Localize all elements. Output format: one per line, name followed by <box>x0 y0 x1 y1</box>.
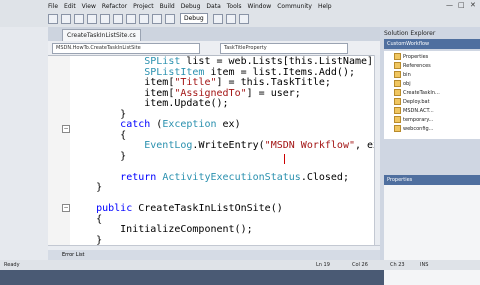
type-dropdown[interactable]: MSDN.HowTo.CreateTaskInListSite <box>52 43 200 54</box>
code-editor[interactable]: − − SPList list = web.Lists[this.ListNam… <box>48 56 374 245</box>
tree-item[interactable]: Deploy.bat <box>394 98 430 106</box>
status-bar: Ready Ln 19 Col 26 Ch 23 INS <box>0 260 480 270</box>
folder-icon <box>394 62 401 69</box>
text-cursor <box>284 154 285 164</box>
document-tab-bar: CreateTaskInListSite.cs <box>48 27 380 41</box>
menu-item-community[interactable]: Community <box>277 3 312 10</box>
folder-icon <box>394 80 401 87</box>
left-dock-gutter <box>0 27 48 260</box>
code-line[interactable]: public CreateTaskInListOnSite() <box>72 203 283 215</box>
properties-body <box>384 185 480 285</box>
maximize-icon[interactable]: □ <box>458 1 465 9</box>
status-column: Col 26 <box>352 262 368 268</box>
collapse-icon[interactable]: − <box>62 204 70 212</box>
tree-item[interactable]: obj <box>394 80 411 88</box>
copy-icon[interactable] <box>113 13 123 24</box>
redo-icon[interactable] <box>152 13 162 24</box>
tree-item[interactable]: MSDN.ACT... <box>394 107 434 115</box>
code-line[interactable]: return ActivityExecutionStatus.Closed; <box>72 172 349 184</box>
menu-item-debug[interactable]: Debug <box>181 3 201 10</box>
solution-header[interactable]: CustomWorkflow <box>384 39 480 49</box>
menu-item-view[interactable]: View <box>82 3 96 10</box>
save-all-icon[interactable] <box>87 13 97 24</box>
navigation-bar: MSDN.HowTo.CreateTaskInListSite TaskTitl… <box>48 41 380 56</box>
toolbar: Debug <box>48 12 480 25</box>
tree-item[interactable]: webconfig... <box>394 125 433 133</box>
paste-icon[interactable] <box>126 13 136 24</box>
menu-item-project[interactable]: Project <box>133 3 154 10</box>
solution-explorer-panel: Solution Explorer CustomWorkflow Propert… <box>380 27 480 285</box>
new-project-icon[interactable] <box>48 13 58 24</box>
title-and-menu-bar: File Edit View Refactor Project Build Debug Dat… <box>0 0 480 27</box>
tree-item[interactable]: CreateTaskIn... <box>394 89 440 97</box>
tab-document[interactable]: CreateTaskInListSite.cs <box>62 29 141 41</box>
start-debug-icon[interactable] <box>165 13 175 24</box>
folder-icon <box>394 71 401 78</box>
code-line[interactable]: } <box>72 182 102 194</box>
close-icon[interactable]: ✕ <box>470 1 476 9</box>
collapse-icon[interactable]: − <box>62 125 70 133</box>
tree-item[interactable]: References <box>394 62 431 70</box>
tab-error-list[interactable]: Error List <box>62 252 85 258</box>
folder-icon <box>394 125 401 132</box>
configuration-select[interactable]: Debug <box>180 13 208 24</box>
status-text: Ready <box>4 262 20 268</box>
outline-margin: − − <box>62 56 70 245</box>
folder-icon <box>394 89 401 96</box>
status-char: Ch 23 <box>390 262 405 268</box>
solution-tree: Properties References bin obj CreateTaskIn..… <box>384 51 480 139</box>
menu-item-window[interactable]: Window <box>248 3 272 10</box>
code-line[interactable]: } <box>72 151 126 163</box>
save-icon[interactable] <box>74 13 84 24</box>
find-icon[interactable] <box>212 13 223 24</box>
properties-icon[interactable] <box>225 13 236 24</box>
undo-icon[interactable] <box>139 13 149 24</box>
menu-item-edit[interactable]: Edit <box>64 3 76 10</box>
menu-item-refactor[interactable]: Refactor <box>102 3 127 10</box>
tree-item[interactable]: Properties <box>394 53 428 61</box>
folder-icon <box>394 98 401 105</box>
status-ins: INS <box>420 262 429 268</box>
minimize-icon[interactable]: — <box>446 1 453 9</box>
menu-item-tools[interactable]: Tools <box>227 3 242 10</box>
menu-item-file[interactable]: File <box>48 3 58 10</box>
tree-item[interactable]: bin <box>394 71 411 79</box>
folder-icon <box>394 53 401 60</box>
panel-title: Solution Explorer <box>384 30 436 37</box>
menu-item-data[interactable]: Data <box>206 3 220 10</box>
folder-icon <box>394 107 401 114</box>
properties-header[interactable]: Properties <box>384 175 480 185</box>
menu-bar: File Edit View Refactor Project Build Debug Dat… <box>48 1 332 12</box>
tree-item[interactable]: temporary... <box>394 116 433 124</box>
status-line: Ln 19 <box>316 262 330 268</box>
folder-icon <box>394 116 401 123</box>
open-icon[interactable] <box>61 13 71 24</box>
cut-icon[interactable] <box>100 13 110 24</box>
bottom-panel-tabs: Error List <box>48 250 380 260</box>
solution-explorer-icon[interactable] <box>238 13 249 24</box>
menu-item-help[interactable]: Help <box>318 3 332 10</box>
menu-item-build[interactable]: Build <box>160 3 175 10</box>
member-dropdown[interactable]: TaskTitleProperty <box>220 43 348 54</box>
code-line[interactable]: } <box>72 235 102 246</box>
